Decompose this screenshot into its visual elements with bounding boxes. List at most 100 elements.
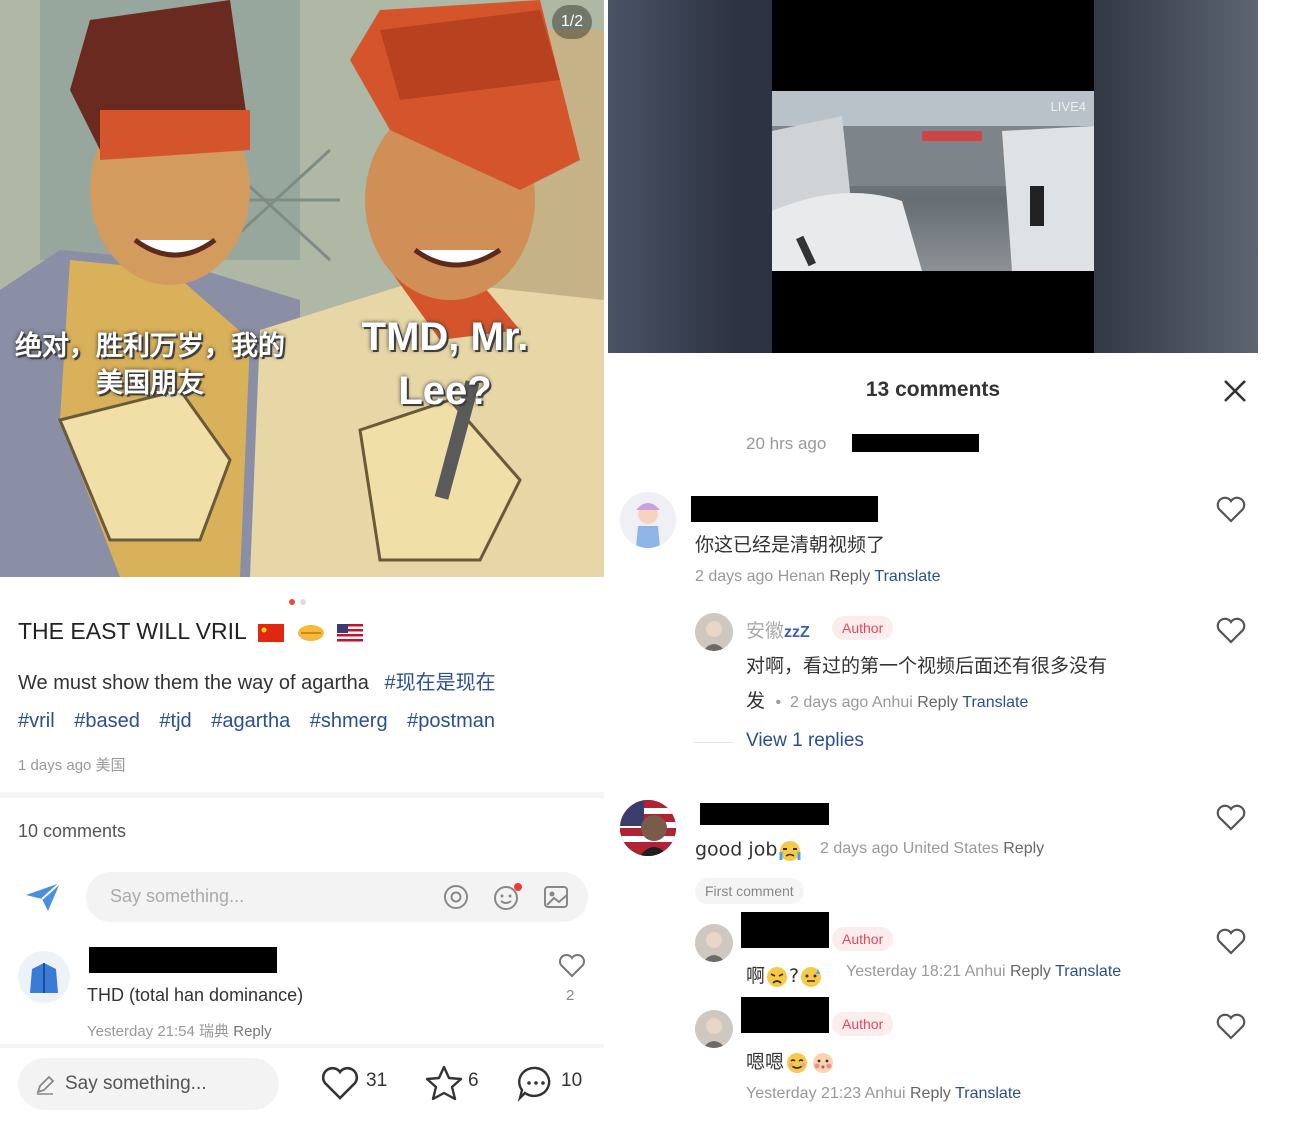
comment-time: 2 days ago — [695, 568, 774, 585]
reply-link[interactable]: Reply — [910, 1085, 951, 1102]
comment-input[interactable]: Say something... — [86, 872, 588, 922]
reply-link[interactable]: Reply — [1010, 963, 1051, 980]
handshake-icon — [297, 624, 324, 641]
cheeks-emoji-icon — [813, 1052, 834, 1073]
reply-link[interactable]: Reply — [917, 694, 958, 711]
image-page-indicator: 1/2 — [552, 5, 592, 39]
hashtag[interactable]: #agartha — [211, 710, 290, 732]
bottom-action-bar: Say something... 31 6 10 — [0, 1050, 604, 1138]
caption-chinese: 绝对，胜利万岁，我的 美国朋友 — [0, 328, 300, 402]
post-body-text: We must show them the way of agartha — [18, 672, 369, 694]
like-count: 2 — [566, 987, 575, 1004]
photo-avatar-icon — [695, 1010, 733, 1048]
caption-english: TMD, Mr. Lee? — [340, 310, 550, 418]
avatar[interactable] — [620, 492, 676, 548]
username-text: 安徽 — [746, 621, 785, 642]
comment-meta: Yesterday 21:54 瑞典 Reply — [87, 1020, 272, 1041]
hashtag[interactable]: #shmerg — [310, 710, 388, 732]
jacket-avatar-icon — [30, 963, 58, 993]
comments-count-stat: 10 — [561, 1070, 583, 1091]
bottom-comment-input[interactable]: Say something... — [18, 1058, 279, 1110]
flag-avatar-icon — [620, 800, 676, 856]
carousel-dot-active[interactable] — [289, 599, 295, 605]
comment-text-value: 嗯嗯 — [746, 1051, 785, 1073]
comment-time: Yesterday 18:21 — [846, 963, 962, 980]
video-watermark: LIVE4 — [1050, 99, 1086, 114]
hashtag[interactable]: #postman — [407, 710, 495, 732]
comment-input-placeholder: Say something... — [110, 886, 245, 906]
reply-link[interactable]: Reply — [233, 1023, 271, 1040]
propaganda-illustration — [0, 0, 604, 577]
avatar[interactable] — [18, 951, 70, 1003]
video-player[interactable]: LIVE4 — [608, 0, 1258, 353]
like-heart-icon[interactable] — [320, 1064, 360, 1102]
pencil-icon — [36, 1075, 55, 1095]
translate-link[interactable]: Translate — [1055, 963, 1121, 980]
mention-icon[interactable] — [442, 883, 470, 911]
reply-link[interactable]: Reply — [1003, 840, 1044, 857]
emoji-icon[interactable] — [492, 883, 522, 913]
tired-emoji-icon — [767, 966, 788, 987]
send-icon[interactable] — [24, 881, 62, 913]
post-time: 20 hrs ago — [746, 434, 827, 453]
post-image[interactable]: 1/2 绝对，胜利万岁，我的 美国朋友 TMD, Mr. Lee? — [0, 0, 604, 577]
translate-link[interactable]: Translate — [874, 568, 940, 585]
left-post-panel: 1/2 绝对，胜利万岁，我的 美国朋友 TMD, Mr. Lee? THE EA… — [0, 0, 604, 1138]
author-badge: Author — [832, 1012, 894, 1036]
comment-text-line2: 发 • 2 days ago Anhui Reply Translate — [746, 686, 1028, 713]
comment-username[interactable]: 安徽zzZ — [746, 616, 810, 643]
avatar[interactable] — [620, 800, 676, 856]
heart-icon[interactable] — [1216, 804, 1246, 832]
reply-link[interactable]: Reply — [829, 568, 870, 585]
divider — [0, 792, 604, 798]
street-scene — [772, 91, 1094, 271]
comment-location: United States — [902, 840, 999, 857]
heart-icon[interactable] — [558, 953, 586, 979]
comment-text-end: 发 — [746, 690, 766, 712]
close-icon[interactable] — [1222, 378, 1248, 404]
comment-location: Anhui — [864, 1085, 906, 1102]
photo-avatar-icon — [695, 924, 733, 962]
post-title: THE EAST WILL VRIL — [18, 618, 364, 645]
comment-time: 2 days ago — [820, 840, 899, 857]
hashtag[interactable]: #tjd — [159, 710, 191, 732]
translate-link[interactable]: Translate — [955, 1085, 1021, 1102]
comment-time: Yesterday 21:54 — [87, 1023, 195, 1040]
heart-icon[interactable] — [1216, 928, 1246, 956]
hashtag[interactable]: #based — [74, 710, 140, 732]
comment-bubble-icon[interactable] — [516, 1064, 556, 1102]
divider — [0, 1044, 604, 1048]
post-body: We must show them the way of agartha #现在… — [18, 664, 588, 740]
caption-cn-line1: 绝对，胜利万岁，我的 — [15, 331, 285, 362]
caption-en-line1: TMD, Mr. — [361, 315, 529, 359]
star-icon[interactable] — [424, 1064, 464, 1102]
image-picker-icon[interactable] — [542, 883, 570, 911]
avatar[interactable] — [695, 924, 733, 962]
first-comment-badge: First comment — [695, 878, 804, 904]
photo-avatar-icon — [695, 613, 733, 651]
carousel-dots — [289, 590, 311, 609]
comment-text: 你这已经是清朝视频了 — [695, 534, 886, 556]
comment-meta: 2 days ago United States Reply — [820, 840, 1044, 858]
translate-link[interactable]: Translate — [962, 694, 1028, 711]
comment-text-value: 啊 — [746, 965, 766, 987]
sweat-emoji-icon — [801, 966, 822, 987]
hashtag[interactable]: #现在是现在 — [384, 672, 495, 694]
view-replies-button[interactable]: View 1 replies — [746, 730, 864, 752]
crying-emoji-icon — [779, 841, 801, 861]
heart-icon[interactable] — [1216, 1013, 1246, 1041]
carousel-dot[interactable] — [300, 599, 306, 605]
comment-location: 瑞典 — [199, 1023, 230, 1040]
avatar[interactable] — [695, 1010, 733, 1048]
thread-line — [694, 742, 734, 743]
redacted-username — [691, 496, 878, 522]
comment-meta: Yesterday 21:23 Anhui Reply Translate — [746, 1085, 1021, 1103]
hashtag[interactable]: #vril — [18, 710, 55, 732]
avatar[interactable] — [695, 613, 733, 651]
comment-meta: Yesterday 18:21 Anhui Reply Translate — [846, 963, 1121, 981]
redacted-username — [741, 912, 829, 948]
comment-text: THD (total han dominance) — [87, 985, 304, 1005]
heart-icon[interactable] — [1216, 617, 1246, 645]
redacted-username — [89, 947, 277, 973]
heart-icon[interactable] — [1216, 496, 1246, 524]
